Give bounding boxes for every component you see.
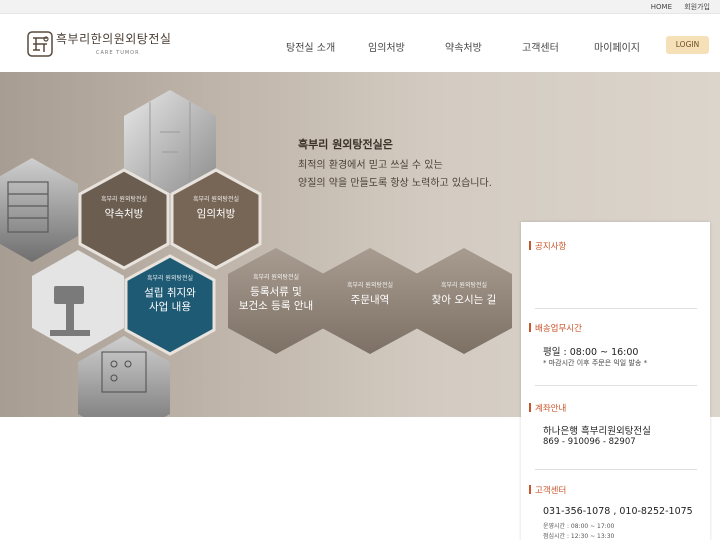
hex-orders[interactable]: 흑부리 원외탕전실 주문내역 — [326, 280, 414, 307]
notice-title[interactable]: 공지사항 — [528, 240, 566, 252]
account-bank: 하나은행 흑부리원외탕전실 — [543, 426, 651, 437]
hex-purpose[interactable]: 흑부리 원외탕전실 설립 취지와 사업 내용 — [130, 273, 210, 314]
hex-promise-rx[interactable]: 흑부리 원외탕전실 약속처방 — [84, 194, 164, 221]
hex-purpose-label-2: 사업 내용 — [149, 301, 191, 313]
hero-tagline-title: 흑부리 원외탕전실은 — [298, 138, 393, 151]
hex-registration-label-1: 등록서류 및 — [250, 286, 302, 298]
hex-registration-sub: 흑부리 원외탕전실 — [252, 274, 300, 281]
hex-custom-rx-sub: 흑부리 원외탕전실 — [192, 196, 240, 203]
delivery-title: 배송업무시간 — [529, 323, 582, 334]
hero-tagline-line2: 최적의 환경에서 믿고 쓰실 수 있는 — [298, 160, 443, 171]
hex-custom-rx-label: 임의처방 — [196, 208, 236, 220]
divider — [535, 308, 697, 309]
divider — [535, 385, 697, 386]
account-number: 869 - 910096 - 82907 — [543, 437, 636, 447]
delivery-note: * 마감시간 이후 주문은 익일 발송 * — [543, 359, 648, 367]
site-header: 흑부리한의원외탕전실 CARE TUMOR 탕전실 소개 임의처방 약속처방 고… — [0, 14, 720, 72]
hero-tagline-line3: 양질의 약을 만들도록 항상 노력하고 있습니다. — [298, 178, 492, 189]
hex-directions-sub: 흑부리 원외탕전실 — [440, 282, 488, 289]
join-link[interactable]: 회원가입 — [684, 3, 710, 11]
logo-name: 흑부리한의원외탕전실 — [56, 32, 172, 46]
hex-orders-sub: 흑부리 원외탕전실 — [346, 282, 394, 289]
hex-custom-rx[interactable]: 흑부리 원외탕전실 임의처방 — [176, 194, 256, 221]
nav-mypage[interactable]: 마이페이지 — [594, 39, 640, 54]
hex-directions-label: 찾아 오시는 길 — [431, 294, 497, 306]
home-link[interactable]: HOME — [651, 3, 672, 11]
divider — [535, 469, 697, 470]
hex-purpose-sub: 흑부리 원외탕전실 — [146, 275, 194, 282]
photo-hex-machine-left — [0, 158, 78, 262]
nav-support[interactable]: 고객센터 — [522, 39, 559, 54]
hex-directions[interactable]: 흑부리 원외탕전실 찾아 오시는 길 — [420, 280, 508, 307]
hero-tagline: 흑부리 원외탕전실은 최적의 환경에서 믿고 쓰실 수 있는 양질의 약을 만들… — [298, 136, 492, 189]
nav-promise-rx[interactable]: 약속처방 — [445, 39, 482, 54]
info-sidebar: 공지사항 배송업무시간 평일 : 08:00 ~ 16:00 * 마감시간 이후… — [521, 222, 710, 540]
hex-registration-label-2: 보건소 등록 안내 — [238, 300, 314, 312]
logo-seal-icon — [27, 31, 53, 57]
support-title: 고객센터 — [528, 485, 567, 496]
hex-purpose-label-1: 설립 취지와 — [144, 287, 196, 299]
top-utility-bar: HOME 회원가입 — [0, 0, 720, 14]
nav-custom-rx[interactable]: 임의처방 — [368, 39, 405, 54]
hex-orders-label: 주문내역 — [350, 294, 390, 306]
hex-promise-rx-sub: 흑부리 원외탕전실 — [100, 196, 148, 203]
account-title: 계좌안내 — [528, 403, 567, 414]
login-button[interactable]: LOGIN — [666, 36, 709, 54]
support-phone: 031-356-1078 , 010-8252-1075 — [543, 506, 693, 517]
site-logo[interactable]: 흑부리한의원외탕전실 CARE TUMOR — [26, 28, 186, 62]
logo-sub: CARE TUMOR — [96, 50, 140, 56]
support-hours: 운영시간 : 08:00 ~ 17:00 — [543, 523, 615, 530]
utility-links: HOME 회원가입 — [641, 2, 710, 12]
nav-about[interactable]: 탕전실 소개 — [286, 39, 335, 54]
hex-registration[interactable]: 흑부리 원외탕전실 등록서류 및 보건소 등록 안내 — [230, 272, 322, 313]
support-lunch: 점심시간 : 12:30 ~ 13:30 — [543, 533, 615, 540]
hex-promise-rx-label: 약속처방 — [104, 208, 144, 220]
delivery-time: 평일 : 08:00 ~ 16:00 — [543, 347, 639, 358]
